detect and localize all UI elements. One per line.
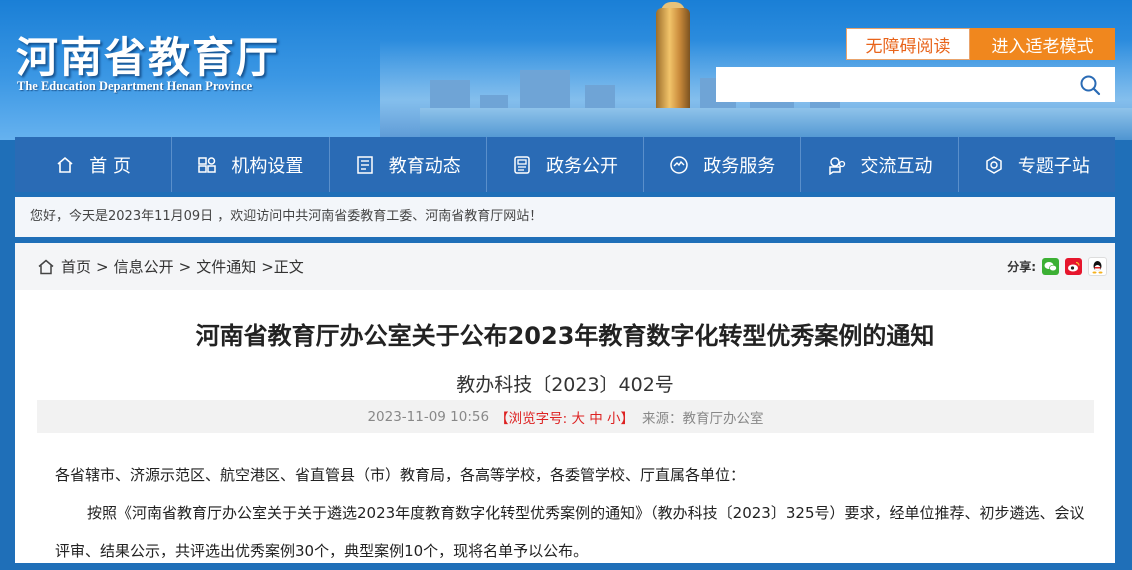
nav-item-interaction[interactable]: 交流互动 <box>801 137 959 192</box>
search-icon[interactable] <box>1079 74 1101 96</box>
greeting-bar: 您好，今天是2023年11月09日 ，欢迎访问中共河南省委教育工委、河南省教育厅… <box>15 197 1115 237</box>
nav-item-home[interactable]: 首 页 <box>15 137 173 192</box>
nav-item-label: 教育动态 <box>388 155 461 177</box>
font-size-large[interactable]: 大 <box>571 411 585 427</box>
font-size-small[interactable]: 小 <box>607 411 621 427</box>
breadcrumb-info-disclosure[interactable]: 信息公开 <box>114 256 174 277</box>
font-size-prefix: 【浏览字号: <box>495 410 568 427</box>
document-icon <box>512 155 532 175</box>
article-body: 各省辖市、济源示范区、航空港区、省直管县（市）教育局，各高等学校，各委管学校、厅… <box>55 456 1085 570</box>
nav-item-government-services[interactable]: 政务服务 <box>644 137 802 192</box>
share-bar: 分享: <box>1007 257 1107 276</box>
breadcrumb-separator: > <box>178 257 192 276</box>
font-size-suffix: 】 <box>620 410 635 427</box>
accessible-reading-button[interactable]: 无障碍阅读 <box>846 28 970 60</box>
nav-item-label: 政务公开 <box>545 155 618 177</box>
nav-item-label: 专题子站 <box>1017 155 1090 177</box>
elder-mode-button[interactable]: 进入适老模式 <box>970 28 1115 60</box>
publish-date: 2023-11-09 10:56 <box>367 408 490 425</box>
qq-icon[interactable] <box>1088 257 1107 276</box>
content-area: 首页 > 信息公开 > 文件通知 > 正文 分享: 河南省教育厅办公室关于公布2… <box>15 243 1115 563</box>
share-label: 分享: <box>1007 260 1036 274</box>
nav-item-label: 首 页 <box>89 155 131 177</box>
breadcrumb-separator: > <box>261 257 274 276</box>
document-number: 教办科技〔2023〕402号 <box>456 374 674 396</box>
header-banner: 河南省教育厅 The Education Department Henan Pr… <box>0 0 1132 140</box>
topic-icon <box>984 155 1004 175</box>
weibo-icon[interactable] <box>1065 258 1082 275</box>
font-size-medium[interactable]: 中 <box>589 411 603 427</box>
service-icon <box>669 155 689 175</box>
recipients-paragraph: 各省辖市、济源示范区、航空港区、省直管县（市）教育局，各高等学校，各委管学校、厅… <box>55 466 746 484</box>
interaction-icon <box>827 155 847 175</box>
wechat-icon[interactable] <box>1042 258 1059 275</box>
nav-item-topics[interactable]: 专题子站 <box>959 137 1115 192</box>
body-paragraph: 按照《河南省教育厅办公室关于关于遴选2023年度教育数字化转型优秀案例的通知》（… <box>55 504 1085 560</box>
search-input[interactable] <box>716 67 1066 102</box>
breadcrumb-file-notices[interactable]: 文件通知 <box>196 256 256 277</box>
home-icon[interactable] <box>37 258 55 276</box>
article-source: 来源：教育厅办公室 <box>642 410 764 427</box>
nav-item-government-affairs[interactable]: 政务公开 <box>487 137 645 192</box>
landmark-tower <box>656 8 690 120</box>
font-size-selector: 【浏览字号: 大 中 小】 <box>495 407 634 427</box>
nav-item-news[interactable]: 教育动态 <box>330 137 487 192</box>
breadcrumb-bar: 首页 > 信息公开 > 文件通知 > 正文 分享: <box>15 243 1115 290</box>
article-title: 河南省教育厅办公室关于公布2023年教育数字化转型优秀案例的通知 <box>195 322 935 350</box>
search-box <box>716 67 1115 102</box>
breadcrumb-home[interactable]: 首页 <box>61 256 91 277</box>
article-meta: 2023-11-09 10:56 【浏览字号: 大 中 小】 来源：教育厅办公室 <box>37 400 1094 433</box>
home-icon <box>55 155 75 175</box>
nav-item-label: 政务服务 <box>703 155 776 177</box>
site-title[interactable]: 河南省教育厅 <box>16 24 280 85</box>
nav-item-label: 机构设置 <box>231 155 304 177</box>
org-icon <box>197 155 217 175</box>
breadcrumb-current: 正文 <box>273 258 304 276</box>
breadcrumb-separator: > <box>96 257 109 276</box>
nav-item-label: 交流互动 <box>860 155 933 177</box>
site-subtitle: The Education Department Henan Province <box>17 79 253 93</box>
news-icon <box>355 155 375 175</box>
main-nav: 首 页 机构设置 教育动态 政务公开 政务服务 交流互动 专题子站 <box>15 137 1115 192</box>
nav-item-organization[interactable]: 机构设置 <box>172 137 330 192</box>
breadcrumb: 首页 > 信息公开 > 文件通知 > 正文 <box>37 256 304 277</box>
